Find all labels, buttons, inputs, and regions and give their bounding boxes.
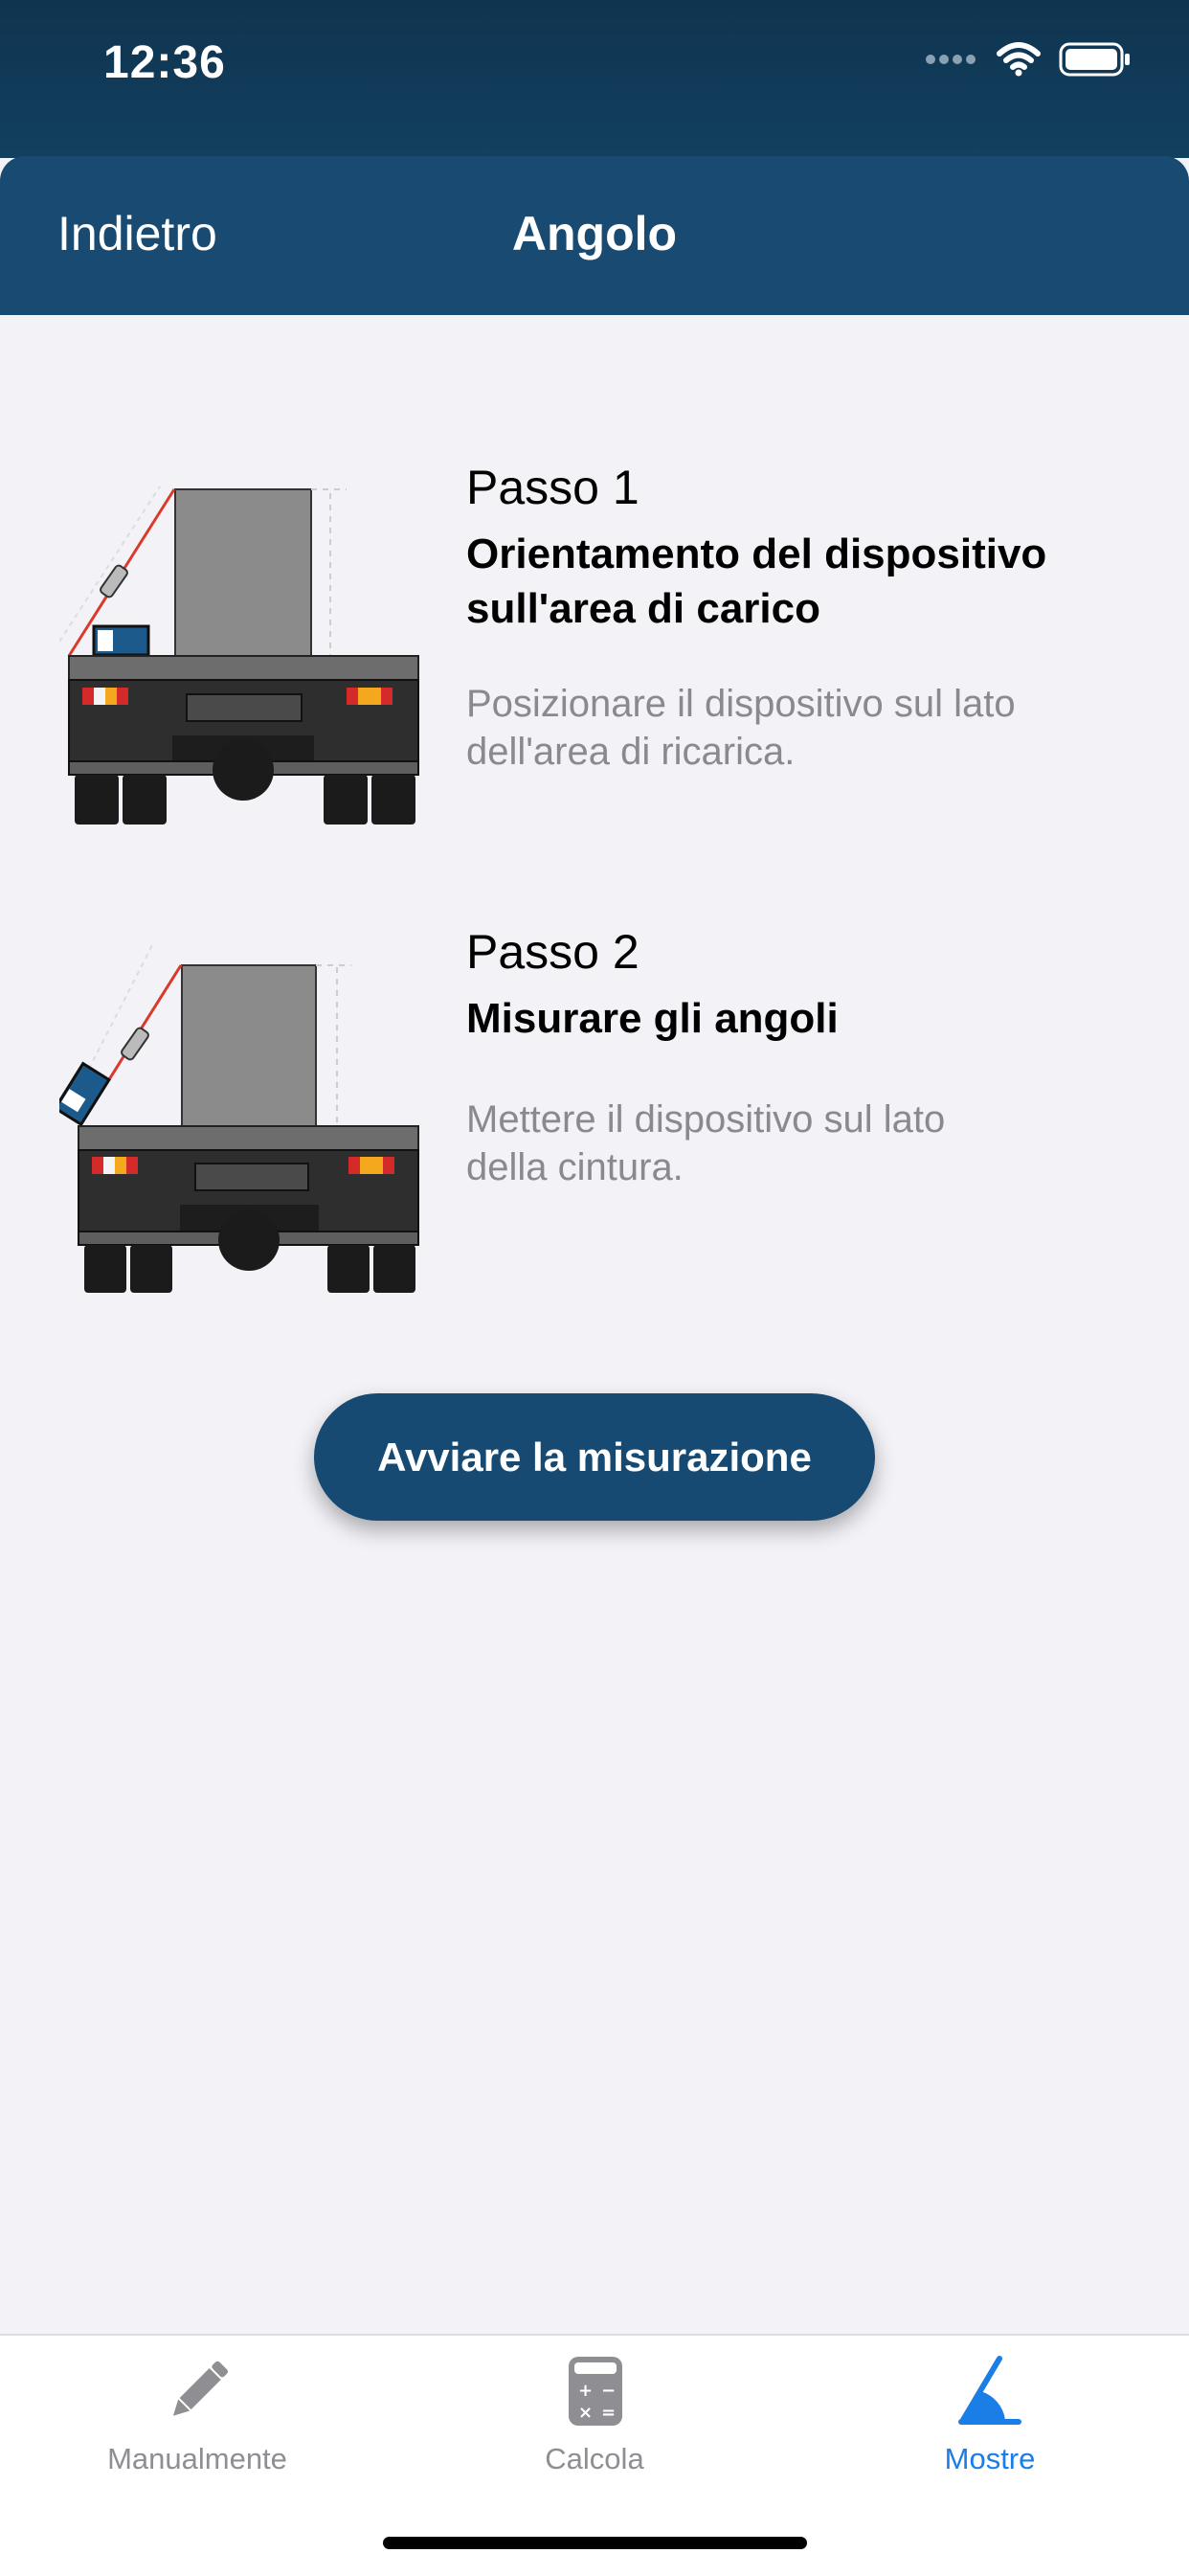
svg-text:+: +: [578, 2381, 593, 2401]
step-2-description: Mettere il dispositivo sul lato della ci…: [466, 1096, 1136, 1191]
navigation-bar: Indietro Angolo: [0, 156, 1189, 315]
home-indicator[interactable]: [383, 2537, 807, 2549]
step-2-title: Passo 2: [466, 925, 639, 979]
wifi-icon: [997, 42, 1041, 77]
tab-manualmente[interactable]: Manualmente: [54, 2353, 341, 2476]
start-measurement-button[interactable]: Avviare la misurazione: [314, 1393, 875, 1521]
tab-mostre-label: Mostre: [944, 2442, 1036, 2475]
tab-calcola[interactable]: + − × = Calcola: [451, 2353, 738, 2476]
svg-text:−: −: [601, 2381, 616, 2401]
step-1-text: Passo 1 Orientamento del dispositivo sul…: [466, 460, 1136, 776]
status-time: 12:36: [103, 37, 226, 88]
truck-step-1-illustration: [59, 460, 423, 843]
step-1-subtitle-line-2: sull'area di carico: [466, 585, 820, 632]
step-2-description-line-2: della cintura.: [466, 1146, 684, 1188]
status-icons: [925, 42, 1132, 77]
svg-text:×: ×: [578, 2403, 593, 2423]
step-1-description: Posizionare il dispositivo sul lato dell…: [466, 680, 1136, 776]
step-2-text: Passo 2 Misurare gli angoli Mettere il d…: [466, 924, 1136, 1191]
step-2-description-line-1: Mettere il dispositivo sul lato: [466, 1098, 946, 1141]
cellular-signal-icon: [926, 55, 976, 64]
step-1-subtitle-line-1: Orientamento del dispositivo: [466, 531, 1047, 577]
step-2-subtitle: Misurare gli angoli: [466, 991, 1136, 1046]
calculator-icon: + − × =: [569, 2357, 622, 2426]
tab-mostre[interactable]: Mostre: [846, 2353, 1133, 2476]
tab-manualmente-label: Manualmente: [107, 2442, 287, 2475]
step-1-title: Passo 1: [466, 461, 639, 514]
step-2-subtitle-line-1: Misurare gli angoli: [466, 995, 839, 1042]
battery-icon: [1059, 42, 1130, 77]
tab-calcola-label: Calcola: [545, 2442, 644, 2475]
status-bar: 12:36: [0, 0, 1189, 158]
pencil-icon: [172, 2361, 228, 2416]
page-title: Angolo: [511, 207, 678, 260]
step-1-subtitle: Orientamento del dispositivo sull'area d…: [466, 527, 1136, 636]
step-1-description-line-2: dell'area di ricarica.: [466, 731, 796, 773]
svg-text:=: =: [601, 2403, 616, 2423]
angle-icon: [958, 2356, 1021, 2425]
step-1-description-line-1: Posizionare il dispositivo sul lato: [466, 683, 1016, 725]
truck-step-2-illustration: [59, 924, 423, 1307]
